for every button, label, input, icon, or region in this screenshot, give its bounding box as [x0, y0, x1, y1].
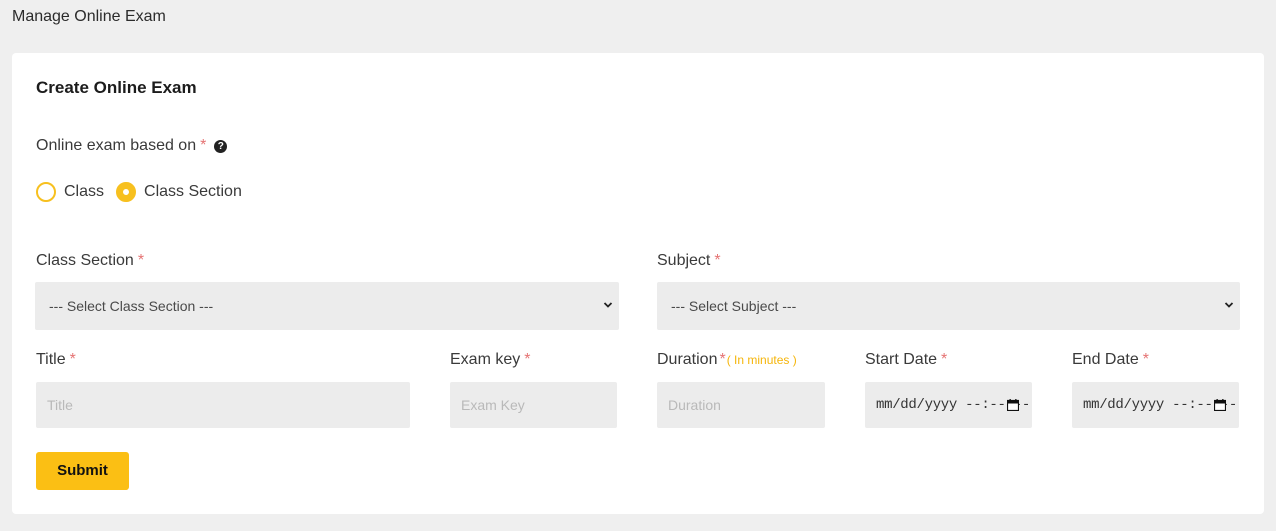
subject-select-value: --- Select Subject --- [671, 298, 797, 314]
exam-key-placeholder: Exam Key [461, 397, 525, 413]
exam-basis-label: Online exam based on *? [36, 137, 228, 155]
radio-class-section[interactable] [116, 182, 137, 202]
chevron-down-icon [603, 302, 613, 308]
radio-class-section-label[interactable]: Class Section [144, 183, 242, 201]
exam-basis-label-text: Online exam based on [36, 137, 197, 154]
subject-select[interactable]: --- Select Subject --- [657, 282, 1240, 330]
duration-input[interactable]: Duration [657, 382, 825, 428]
title-label-text: Title [36, 351, 66, 368]
end-date-label-text: End Date [1072, 351, 1139, 368]
required-marker: * [714, 252, 721, 269]
class-section-label: Class Section * [36, 252, 144, 270]
question-circle-icon[interactable]: ? [214, 140, 228, 153]
calendar-icon[interactable] [1007, 399, 1019, 411]
required-marker: * [941, 351, 948, 368]
card-title: Create Online Exam [36, 78, 197, 97]
required-marker: * [524, 351, 531, 368]
duration-placeholder: Duration [668, 397, 721, 413]
radio-class-label[interactable]: Class [64, 183, 104, 201]
subject-label-text: Subject [657, 252, 711, 269]
class-section-select-value: --- Select Class Section --- [49, 298, 214, 314]
duration-label-text: Duration [657, 351, 718, 368]
exam-key-input[interactable]: Exam Key [450, 382, 617, 428]
page-title: Manage Online Exam [12, 8, 166, 25]
exam-key-label: Exam key * [450, 351, 530, 369]
subject-label: Subject * [657, 252, 721, 270]
exam-basis-radio-group: Class Class Section [36, 182, 254, 202]
title-input[interactable]: Title [36, 382, 410, 428]
required-marker: * [719, 351, 726, 368]
required-marker: * [69, 351, 76, 368]
start-date-input[interactable]: mm/dd/yyyy --:-- -- [865, 382, 1032, 428]
required-marker: * [1142, 351, 1149, 368]
create-exam-card: Create Online Exam Online exam based on *… [12, 53, 1264, 514]
required-marker: * [137, 252, 145, 269]
radio-class[interactable] [36, 182, 56, 202]
end-date-input[interactable]: mm/dd/yyyy --:-- -- [1072, 382, 1239, 428]
start-date-label: Start Date * [865, 351, 947, 369]
calendar-icon[interactable] [1214, 399, 1226, 411]
title-placeholder: Title [47, 397, 73, 413]
exam-key-label-text: Exam key [450, 351, 521, 368]
chevron-down-icon [1224, 302, 1234, 308]
duration-label: Duration *( In minutes ) [657, 351, 797, 369]
required-marker: * [200, 137, 207, 154]
start-date-label-text: Start Date [865, 351, 938, 368]
end-date-label: End Date * [1072, 351, 1149, 369]
class-section-select[interactable]: --- Select Class Section --- [35, 282, 619, 330]
class-section-label-text: Class Section [36, 252, 134, 269]
title-label: Title * [36, 351, 76, 369]
duration-hint: ( In minutes ) [726, 353, 797, 367]
submit-button[interactable]: Submit [36, 452, 129, 490]
